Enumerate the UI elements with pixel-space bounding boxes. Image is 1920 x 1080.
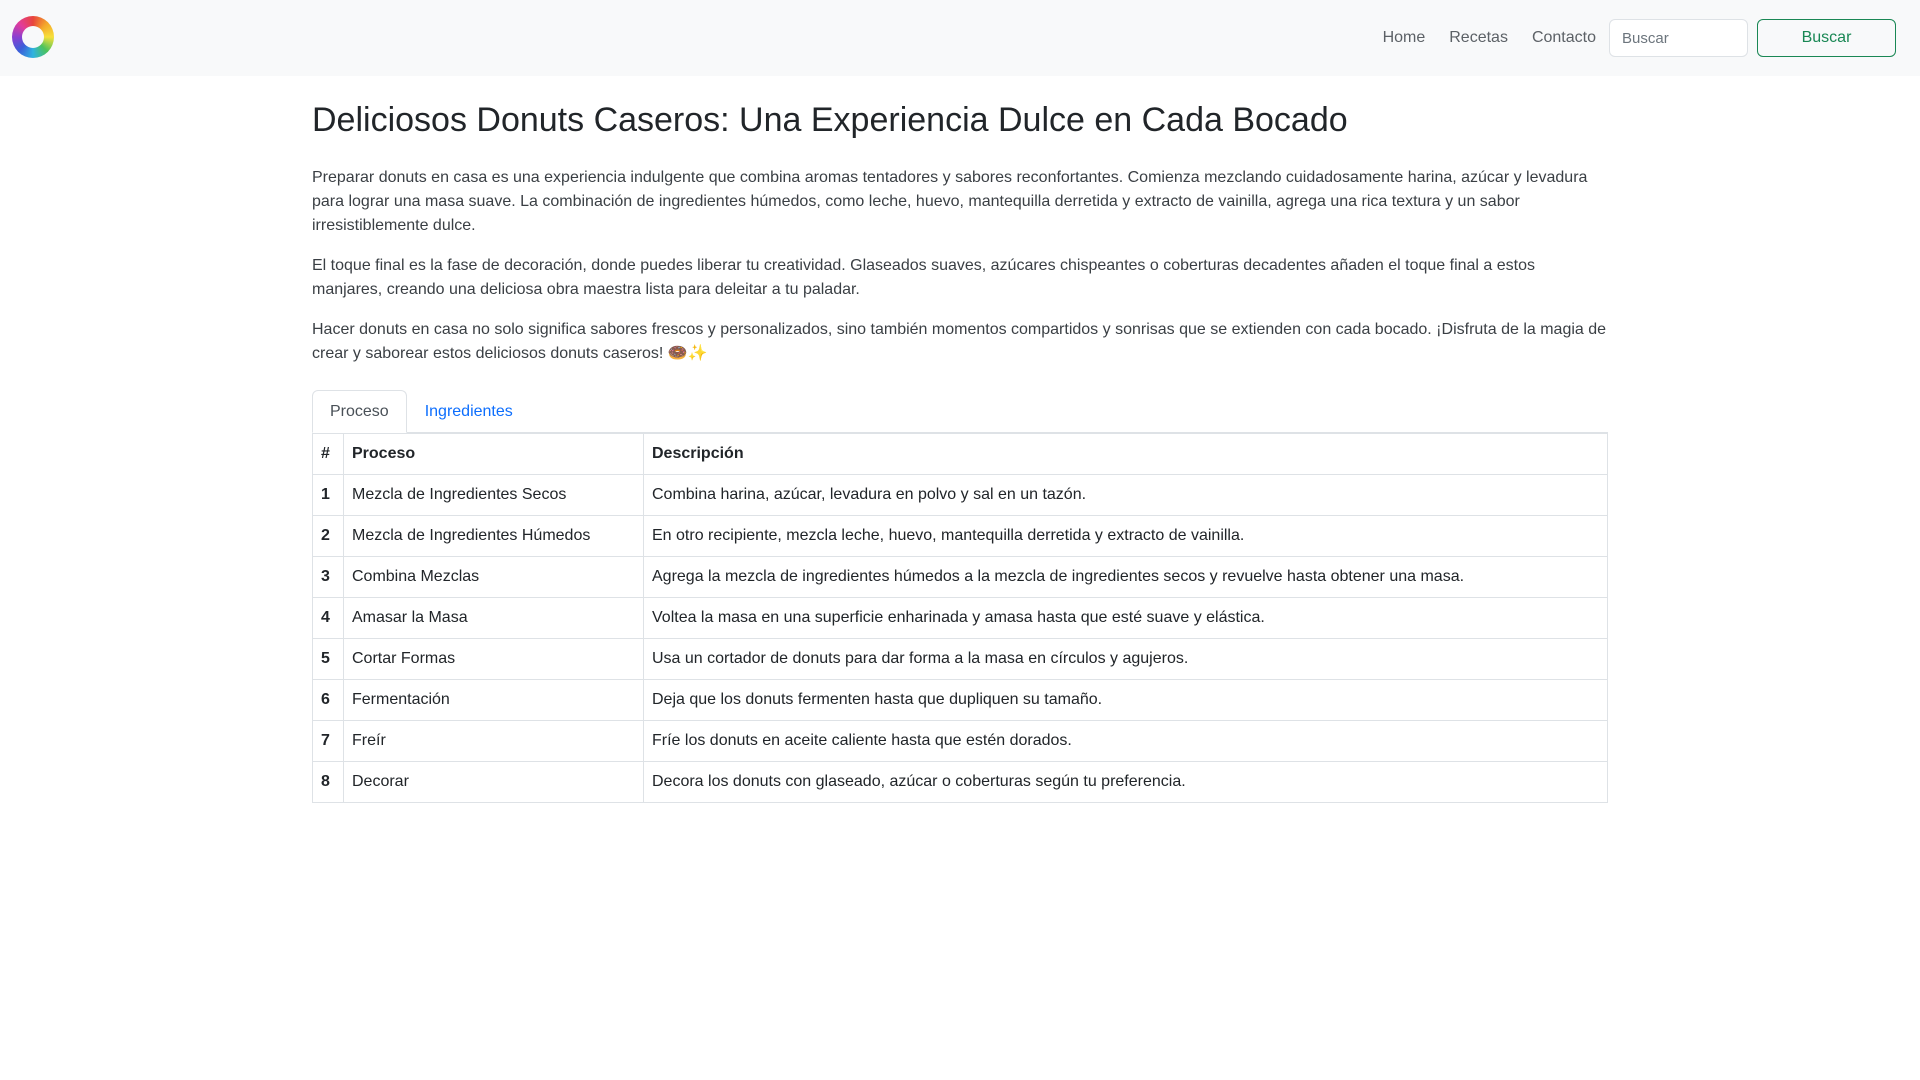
navbar: Home Recetas Contacto Buscar xyxy=(0,0,1920,76)
row-number: 3 xyxy=(312,556,344,598)
page-title: Deliciosos Donuts Caseros: Una Experienc… xyxy=(312,101,1348,139)
row-number: 4 xyxy=(312,597,344,639)
row-process: Amasar la Masa xyxy=(343,597,644,639)
nav-links: Home Recetas Contacto xyxy=(1383,26,1596,50)
table-row: 7 Freír Fríe los donuts en aceite calien… xyxy=(312,720,1608,762)
table-row: 1 Mezcla de Ingredientes Secos Combina h… xyxy=(312,474,1608,516)
row-description: Combina harina, azúcar, levadura en polv… xyxy=(643,474,1608,516)
row-number: 8 xyxy=(312,761,344,803)
nav-link-contacto[interactable]: Contacto xyxy=(1532,26,1596,50)
column-header-description: Descripción xyxy=(643,433,1608,475)
nav-link-home[interactable]: Home xyxy=(1383,26,1426,50)
closing-paragraph: Hacer donuts en casa no solo significa s… xyxy=(312,321,1607,362)
search-button[interactable]: Buscar xyxy=(1757,19,1896,57)
tab-proceso[interactable]: Proceso xyxy=(312,390,407,433)
row-number: 7 xyxy=(312,720,344,762)
tab-bar: Proceso Ingredientes xyxy=(312,390,1608,433)
row-description: Voltea la masa en una superficie enharin… xyxy=(643,597,1608,639)
table-row: 6 Fermentación Deja que los donuts ferme… xyxy=(312,679,1608,721)
intro-paragraph: Preparar donuts en casa es una experienc… xyxy=(312,169,1588,234)
row-description: Deja que los donuts fermenten hasta que … xyxy=(643,679,1608,721)
main-content: Deliciosos Donuts Caseros: Una Experienc… xyxy=(312,96,1608,803)
row-process: Mezcla de Ingredientes Húmedos xyxy=(343,515,644,557)
row-description: Fríe los donuts en aceite caliente hasta… xyxy=(643,720,1608,762)
column-header-number: # xyxy=(312,433,344,475)
row-description: Agrega la mezcla de ingredientes húmedos… xyxy=(643,556,1608,598)
table-row: 4 Amasar la Masa Voltea la masa en una s… xyxy=(312,597,1608,639)
row-number: 5 xyxy=(312,638,344,680)
nav-link-recetas[interactable]: Recetas xyxy=(1449,26,1508,50)
tab-ingredientes[interactable]: Ingredientes xyxy=(407,390,531,433)
row-number: 2 xyxy=(312,515,344,557)
row-number: 6 xyxy=(312,679,344,721)
row-process: Decorar xyxy=(343,761,644,803)
row-process: Fermentación xyxy=(343,679,644,721)
row-description: Decora los donuts con glaseado, azúcar o… xyxy=(643,761,1608,803)
table-row: 5 Cortar Formas Usa un cortador de donut… xyxy=(312,638,1608,680)
row-process: Combina Mezclas xyxy=(343,556,644,598)
table-row: 8 Decorar Decora los donuts con glaseado… xyxy=(312,761,1608,803)
table-row: 3 Combina Mezclas Agrega la mezcla de in… xyxy=(312,556,1608,598)
table-row: 2 Mezcla de Ingredientes Húmedos En otro… xyxy=(312,515,1608,557)
search-input[interactable] xyxy=(1609,19,1748,57)
row-description: En otro recipiente, mezcla leche, huevo,… xyxy=(643,515,1608,557)
brand-logo-icon[interactable] xyxy=(12,16,54,58)
column-header-process: Proceso xyxy=(343,433,644,475)
row-process: Freír xyxy=(343,720,644,762)
decoration-paragraph: El toque final es la fase de decoración,… xyxy=(312,257,1536,298)
row-process: Mezcla de Ingredientes Secos xyxy=(343,474,644,516)
process-table: # Proceso Descripción 1 Mezcla de Ingred… xyxy=(312,433,1608,803)
table-header-row: # Proceso Descripción xyxy=(312,433,1608,475)
row-process: Cortar Formas xyxy=(343,638,644,680)
row-number: 1 xyxy=(312,474,344,516)
row-description: Usa un cortador de donuts para dar forma… xyxy=(643,638,1608,680)
